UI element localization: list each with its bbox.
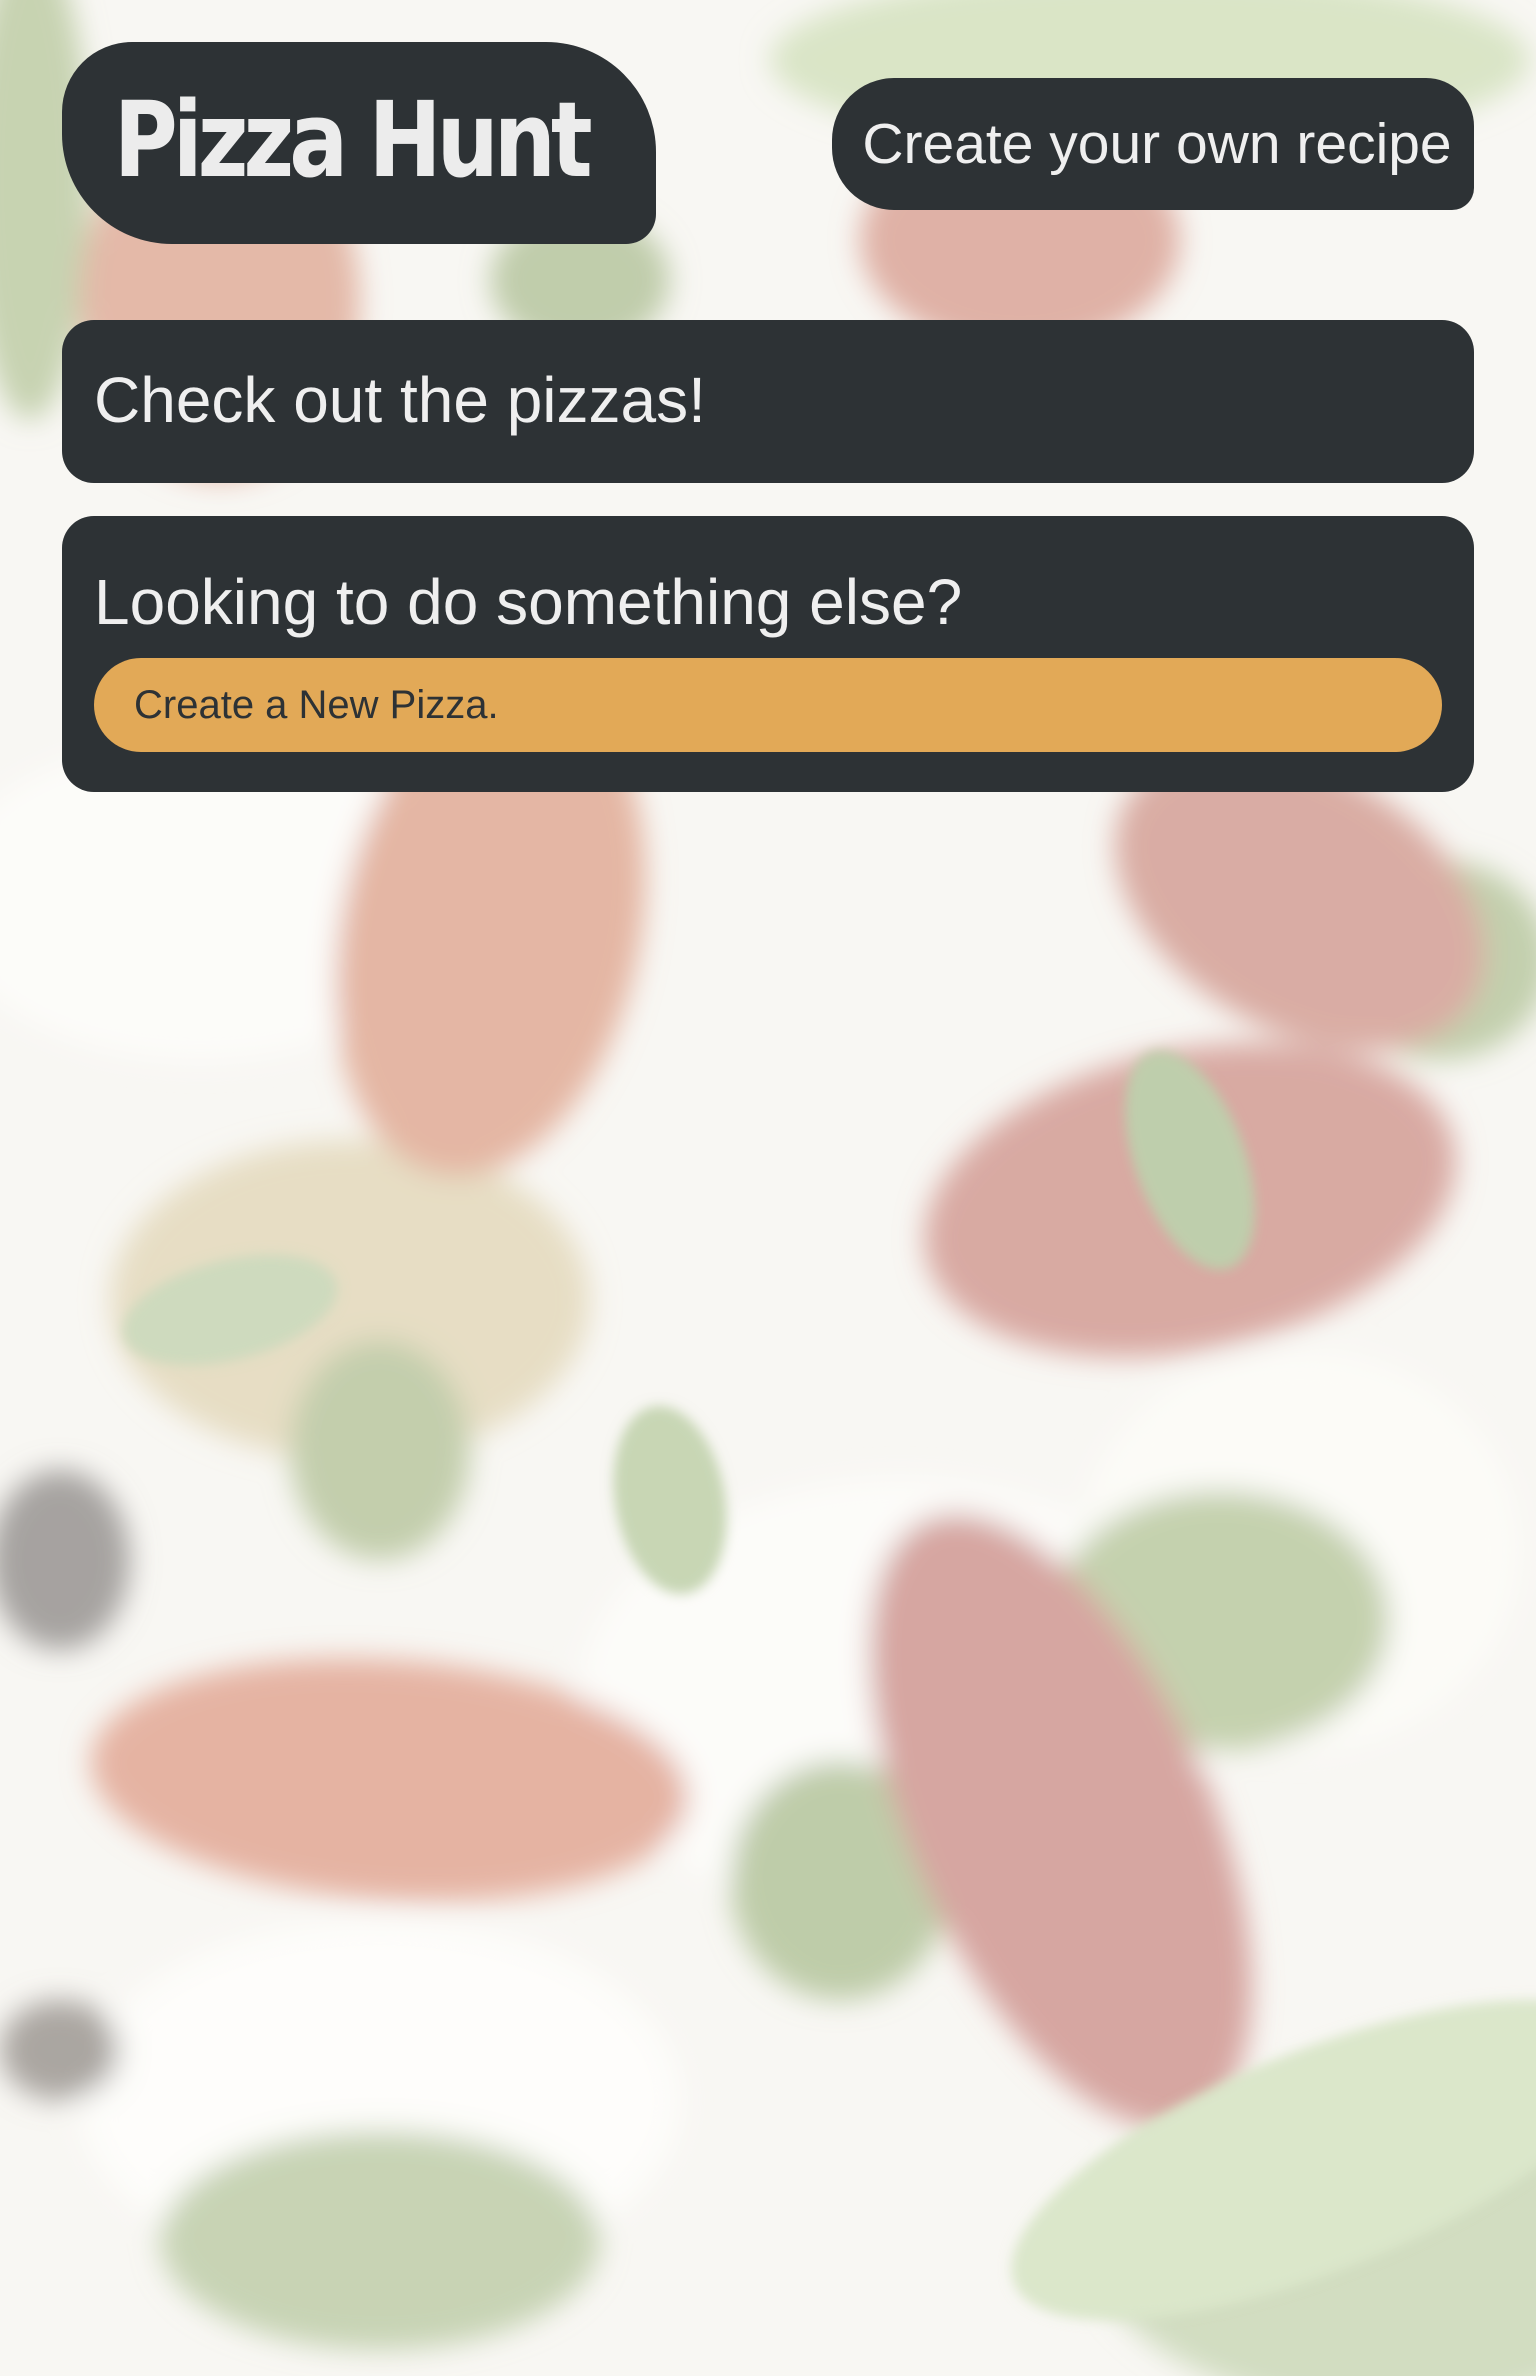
check-pizzas-label: Check out the pizzas! xyxy=(94,363,706,436)
site-logo[interactable]: Pizza Hunt xyxy=(62,42,656,244)
logo-text: Pizza Hunt xyxy=(113,79,593,201)
create-new-pizza-button[interactable]: Create a New Pizza. xyxy=(94,658,1442,752)
create-recipe-button[interactable]: Create your own recipe xyxy=(832,78,1474,210)
something-else-panel: Looking to do something else? Create a N… xyxy=(62,516,1474,792)
check-pizzas-link[interactable]: Check out the pizzas! xyxy=(62,320,1474,483)
something-else-heading: Looking to do something else? xyxy=(94,566,963,638)
